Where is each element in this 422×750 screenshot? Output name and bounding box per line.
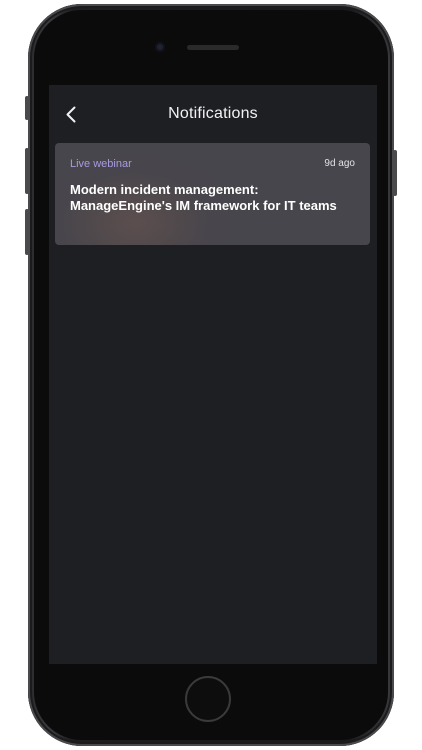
home-button[interactable] (185, 676, 231, 722)
earpiece-speaker (187, 45, 239, 50)
volume-up-button (25, 148, 29, 194)
chevron-left-icon (66, 106, 76, 122)
navigation-bar: Notifications (49, 85, 377, 142)
back-button[interactable] (59, 101, 83, 127)
notification-timestamp: 9d ago (324, 158, 355, 169)
notification-tag: Live webinar (70, 158, 132, 170)
volume-down-button (25, 209, 29, 255)
app-screen: Notifications Live webinar 9d ago Modern… (49, 85, 377, 664)
notification-title: Modern incident management: ManageEngine… (70, 182, 337, 213)
notification-card[interactable]: Live webinar 9d ago Modern incident mana… (55, 143, 370, 245)
front-camera (155, 42, 165, 52)
mute-switch (25, 96, 29, 120)
power-button (393, 150, 397, 196)
page-title: Notifications (168, 104, 258, 122)
page: Notifications Live webinar 9d ago Modern… (0, 0, 422, 750)
